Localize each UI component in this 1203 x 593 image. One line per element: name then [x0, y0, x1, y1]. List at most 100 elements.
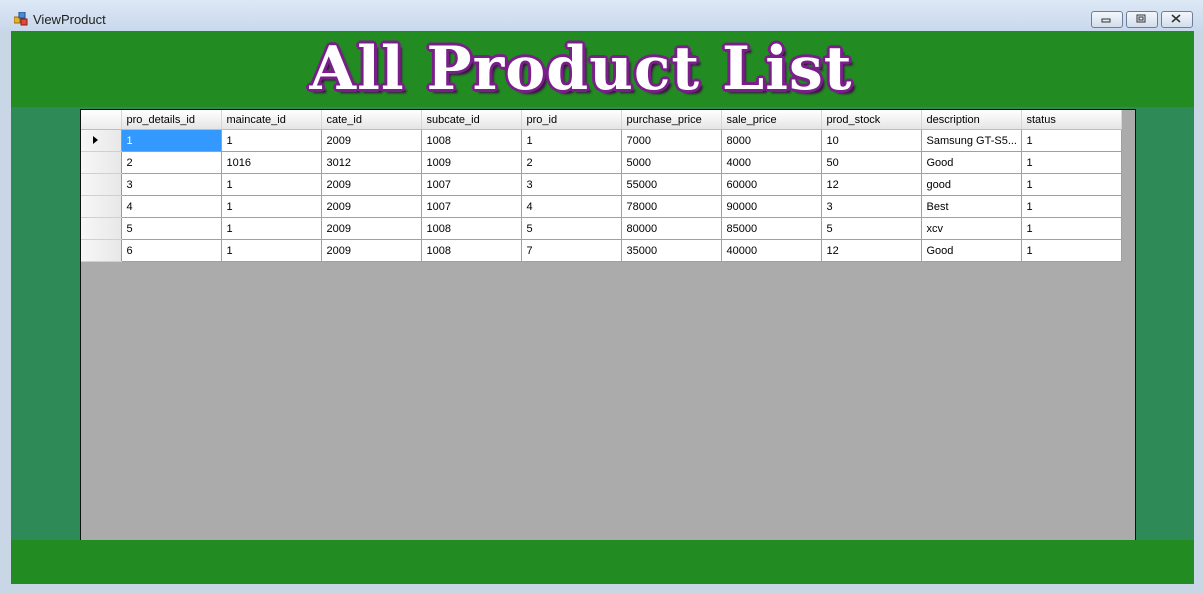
table-cell[interactable]: 80000 [621, 217, 722, 240]
table-cell[interactable]: 90000 [721, 195, 822, 218]
table-cell[interactable]: 2009 [321, 217, 422, 240]
table-cell[interactable]: 1 [1021, 239, 1122, 262]
table-cell-selected[interactable]: 1 [121, 129, 222, 152]
table-cell[interactable]: 1 [1021, 151, 1122, 174]
product-data-grid[interactable]: pro_details_id maincate_id cate_id subca… [80, 109, 1136, 541]
table-cell[interactable]: 2009 [321, 239, 422, 262]
table-cell[interactable]: 1007 [421, 173, 522, 196]
row-header[interactable] [81, 151, 122, 174]
column-header-cate-id[interactable]: cate_id [321, 110, 422, 130]
row-header[interactable] [81, 195, 122, 218]
table-row[interactable]: 2 1016 3012 1009 2 5000 4000 50 Good 1 [81, 151, 1122, 174]
table-cell[interactable]: 1008 [421, 239, 522, 262]
form-client-area: All Product List pro_details_id maincate… [11, 31, 1194, 584]
close-button[interactable] [1161, 11, 1193, 28]
table-cell[interactable]: 1007 [421, 195, 522, 218]
table-cell[interactable]: 5 [521, 217, 622, 240]
table-cell[interactable]: good [921, 173, 1022, 196]
table-cell[interactable]: 1 [221, 239, 322, 262]
column-header-prod-stock[interactable]: prod_stock [821, 110, 922, 130]
table-cell[interactable]: 4000 [721, 151, 822, 174]
close-icon [1171, 14, 1181, 23]
column-header-pro-details-id[interactable]: pro_details_id [121, 110, 222, 130]
table-cell[interactable]: 1 [1021, 195, 1122, 218]
table-cell[interactable]: 60000 [721, 173, 822, 196]
column-header-subcate-id[interactable]: subcate_id [421, 110, 522, 130]
minimize-icon [1101, 18, 1111, 23]
table-cell[interactable]: 1016 [221, 151, 322, 174]
table-cell[interactable]: 10 [821, 129, 922, 152]
table-cell[interactable]: 1 [1021, 129, 1122, 152]
table-cell[interactable]: 40000 [721, 239, 822, 262]
table-cell[interactable]: 12 [821, 173, 922, 196]
window-title: ViewProduct [33, 12, 106, 27]
table-cell[interactable]: 1 [1021, 217, 1122, 240]
table-cell[interactable]: 3 [121, 173, 222, 196]
current-row-arrow-icon [93, 135, 99, 144]
restore-icon [1136, 14, 1146, 23]
table-row[interactable]: 4 1 2009 1007 4 78000 90000 3 Best 1 [81, 195, 1122, 218]
header-band: All Product List [11, 31, 1194, 107]
table-cell[interactable]: 2 [121, 151, 222, 174]
table-cell[interactable]: 78000 [621, 195, 722, 218]
page-title: All Product List [309, 34, 853, 104]
table-cell[interactable]: 2009 [321, 173, 422, 196]
table-row[interactable]: 1 1 2009 1008 1 7000 8000 10 Samsung GT-… [81, 129, 1122, 152]
product-table: pro_details_id maincate_id cate_id subca… [81, 110, 1122, 262]
table-cell[interactable]: 5 [821, 217, 922, 240]
table-cell[interactable]: Samsung GT-S5... [921, 129, 1022, 152]
table-cell[interactable]: 2009 [321, 129, 422, 152]
column-header-purchase-price[interactable]: purchase_price [621, 110, 722, 130]
table-cell[interactable]: 55000 [621, 173, 722, 196]
table-cell[interactable]: Best [921, 195, 1022, 218]
column-header-pro-id[interactable]: pro_id [521, 110, 622, 130]
minimize-button[interactable] [1091, 11, 1123, 28]
table-cell[interactable]: 4 [521, 195, 622, 218]
table-cell[interactable]: 1008 [421, 217, 522, 240]
table-cell[interactable]: 85000 [721, 217, 822, 240]
table-cell[interactable]: 7 [521, 239, 622, 262]
table-cell[interactable]: 6 [121, 239, 222, 262]
column-header-sale-price[interactable]: sale_price [721, 110, 822, 130]
grid-corner-header[interactable] [81, 110, 122, 130]
header-row: pro_details_id maincate_id cate_id subca… [81, 110, 1122, 130]
table-cell[interactable]: xcv [921, 217, 1022, 240]
table-cell[interactable]: 12 [821, 239, 922, 262]
table-cell[interactable]: 3 [521, 173, 622, 196]
footer-band [11, 540, 1194, 584]
column-header-description[interactable]: description [921, 110, 1022, 130]
table-cell[interactable]: 7000 [621, 129, 722, 152]
table-cell[interactable]: 2009 [321, 195, 422, 218]
table-cell[interactable]: 3 [821, 195, 922, 218]
table-row[interactable]: 6 1 2009 1008 7 35000 40000 12 Good 1 [81, 239, 1122, 262]
table-cell[interactable]: 3012 [321, 151, 422, 174]
table-cell[interactable]: 1 [221, 173, 322, 196]
row-header[interactable] [81, 173, 122, 196]
table-cell[interactable]: 1008 [421, 129, 522, 152]
table-cell[interactable]: Good [921, 151, 1022, 174]
table-cell[interactable]: 1009 [421, 151, 522, 174]
table-cell[interactable]: 1 [221, 195, 322, 218]
table-cell[interactable]: 5 [121, 217, 222, 240]
table-cell[interactable]: 35000 [621, 239, 722, 262]
column-header-maincate-id[interactable]: maincate_id [221, 110, 322, 130]
table-cell[interactable]: 1 [1021, 173, 1122, 196]
column-header-status[interactable]: status [1021, 110, 1122, 130]
table-cell[interactable]: 1 [521, 129, 622, 152]
table-cell[interactable]: 2 [521, 151, 622, 174]
table-row[interactable]: 5 1 2009 1008 5 80000 85000 5 xcv 1 [81, 217, 1122, 240]
table-cell[interactable]: 5000 [621, 151, 722, 174]
restore-button[interactable] [1126, 11, 1158, 28]
table-cell[interactable]: 1 [221, 217, 322, 240]
window-titlebar[interactable]: ViewProduct [0, 0, 1203, 31]
row-header[interactable] [81, 239, 122, 262]
table-cell[interactable]: Good [921, 239, 1022, 262]
table-cell[interactable]: 1 [221, 129, 322, 152]
row-header-current[interactable] [81, 129, 122, 152]
table-cell[interactable]: 50 [821, 151, 922, 174]
app-icon [14, 12, 28, 26]
row-header[interactable] [81, 217, 122, 240]
table-row[interactable]: 3 1 2009 1007 3 55000 60000 12 good 1 [81, 173, 1122, 196]
table-cell[interactable]: 4 [121, 195, 222, 218]
table-cell[interactable]: 8000 [721, 129, 822, 152]
